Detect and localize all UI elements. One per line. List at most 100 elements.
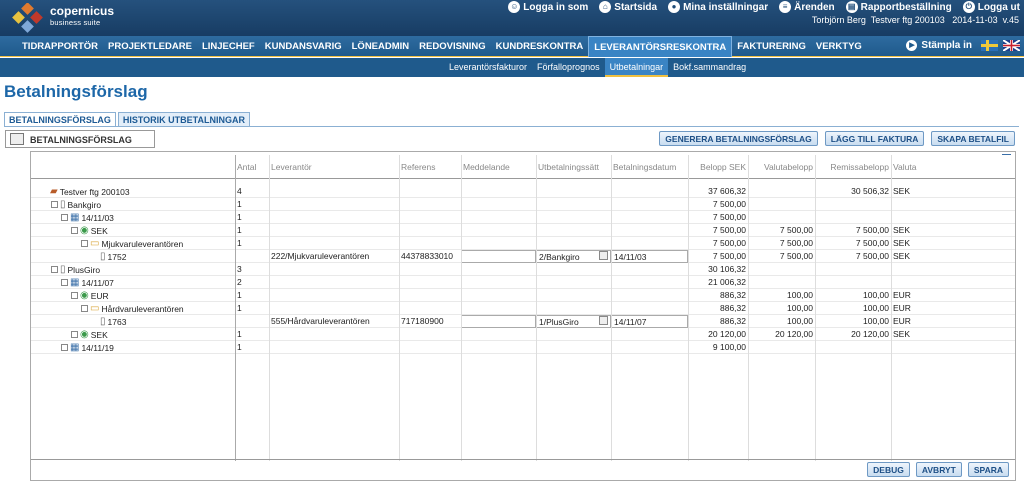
collapse-node-icon[interactable]: [81, 240, 88, 247]
invoice-row[interactable]: ▯ 1752 222/Mjukvaruleverantören 44378833010…: [31, 250, 1015, 263]
collapse-node-icon[interactable]: [51, 201, 58, 208]
nav-kundreskontra[interactable]: KUNDRESKONTRA: [491, 36, 589, 57]
cell-utb: [536, 263, 611, 276]
tree-label: SEK: [90, 225, 108, 236]
tree-node[interactable]: ◉ SEK: [71, 224, 108, 237]
group-row[interactable]: ◉ SEK 1 20 120,00 20 120,00 20 120,00 SEK: [31, 328, 1015, 341]
nav-redovisning[interactable]: REDOVISNING: [414, 36, 491, 57]
col-betalningsdatum[interactable]: Betalningsdatum: [611, 155, 688, 179]
col-antal[interactable]: Antal: [235, 155, 269, 179]
cell-ref: [399, 263, 461, 276]
generate-proposal-button[interactable]: GENERERA BETALNINGSFÖRSLAG: [659, 131, 818, 146]
nav-loneadmin[interactable]: LÖNEADMIN: [347, 36, 415, 57]
cell-valuta_belopp: 100,00: [787, 290, 813, 300]
uk-flag-icon[interactable]: [1003, 40, 1020, 51]
col-leverantor[interactable]: Leverantör: [269, 155, 399, 179]
tree-node[interactable]: ▦ 14/11/03: [61, 211, 114, 224]
save-button[interactable]: SPARA: [967, 462, 1009, 477]
report-order-link[interactable]: ▤ Rapportbeställning: [845, 1, 952, 13]
swedish-flag-icon[interactable]: [981, 40, 998, 51]
nav-tidrapportor[interactable]: TIDRAPPORTÖR: [17, 36, 103, 57]
group-row[interactable]: ▦ 14/11/03 1 7 500,00: [31, 211, 1015, 224]
logout-link[interactable]: ⏻ Logga ut: [962, 1, 1020, 13]
collapse-node-icon[interactable]: [61, 279, 68, 286]
group-row[interactable]: ▯ PlusGiro 3 30 106,32: [31, 263, 1015, 276]
collapse-node-icon[interactable]: [61, 214, 68, 221]
tree-node[interactable]: ▯ Bankgiro: [51, 198, 101, 211]
cell-ref: [399, 302, 461, 315]
cancel-button[interactable]: AVBRYT: [915, 462, 962, 477]
logout-label: Logga ut: [977, 1, 1020, 13]
invoice-row[interactable]: ▯ 1763 555/Hårdvaruleverantören 717180900 1/…: [31, 315, 1015, 328]
collapse-node-icon[interactable]: [81, 305, 88, 312]
tab-historik-utbetalningar[interactable]: HISTORIK UTBETALNINGAR: [117, 112, 251, 127]
expand-node-icon[interactable]: [71, 331, 78, 338]
group-row[interactable]: ◉ SEK 1 7 500,00 7 500,00 7 500,00 SEK: [31, 224, 1015, 237]
group-row[interactable]: ▭ Hårdvaruleverantören 1 886,32 100,00 100,00…: [31, 302, 1015, 315]
dropdown-arrow-icon[interactable]: [599, 251, 608, 260]
cell-valuta: EUR: [893, 303, 911, 313]
cell-belopp: 886,32: [720, 290, 746, 300]
debug-button[interactable]: DEBUG: [867, 462, 910, 477]
create-payment-file-button[interactable]: SKAPA BETALFIL: [931, 131, 1015, 146]
group-row[interactable]: ▭ Mjukvaruleverantören 1 7 500,00 7 500,00 7 …: [31, 237, 1015, 250]
group-row[interactable]: ▯ Bankgiro 1 7 500,00: [31, 198, 1015, 211]
tree-node[interactable]: ▦ 14/11/19: [61, 341, 114, 354]
tree-node[interactable]: ▦ 14/11/07: [61, 276, 114, 289]
tree-node[interactable]: ▯ 1763: [91, 315, 126, 328]
bottom-buttons: DEBUG AVBRYT SPARA: [867, 462, 1009, 477]
settings-link[interactable]: ● Mina inställningar: [668, 1, 768, 13]
group-row[interactable]: ▦ 14/11/07 2 21 006,32: [31, 276, 1015, 289]
cell-lev: [269, 289, 399, 302]
add-invoice-button[interactable]: LÄGG TILL FAKTURA: [824, 131, 925, 146]
stampla-in-button[interactable]: ▶ Stämpla in: [906, 40, 972, 51]
collapse-node-icon[interactable]: [51, 266, 58, 273]
cell-med[interactable]: [461, 250, 536, 263]
column-divider: [536, 155, 537, 461]
login-as-link[interactable]: ☺ Logga in som: [508, 1, 588, 13]
tab-betalningsforslag[interactable]: BETALNINGSFÖRSLAG: [4, 112, 116, 127]
nav-projektledare[interactable]: PROJEKTLEDARE: [103, 36, 197, 57]
group-row[interactable]: ◉ EUR 1 886,32 100,00 100,00 EUR: [31, 289, 1015, 302]
cell-datum[interactable]: 14/11/07: [611, 315, 688, 328]
inner-tab-betalningsforslag[interactable]: BETALNINGSFÖRSLAG: [5, 130, 155, 148]
col-utbetalningssatt[interactable]: Utbetalningssätt: [536, 155, 611, 179]
col-referens[interactable]: Referens: [399, 155, 461, 179]
cell-datum[interactable]: 14/11/03: [611, 250, 688, 263]
cell-lev: 222/Mjukvaruleverantören: [271, 251, 370, 261]
subnav-bokf-sammandrag[interactable]: Bokf.sammandrag: [668, 58, 751, 77]
nav-leverantorsreskontra[interactable]: LEVERANTÖRSRESKONTRA: [588, 35, 733, 57]
cell-belopp: 9 100,00: [712, 342, 746, 352]
tree-node[interactable]: ▯ PlusGiro: [51, 263, 100, 276]
col-meddelande[interactable]: Meddelande: [461, 155, 536, 179]
cell-remiss: 7 500,00: [855, 238, 889, 248]
collapse-node-icon[interactable]: [71, 292, 78, 299]
tree-node[interactable]: ▯ 1752: [91, 250, 126, 263]
subnav-utbetalningar[interactable]: Utbetalningar: [604, 58, 669, 77]
tree-node[interactable]: ◉ SEK: [71, 328, 108, 341]
group-row[interactable]: ▰ Testver ftg 200103 4 37 606,32 30 506,32 SE…: [31, 185, 1015, 198]
subnav-leverantorsfakturor[interactable]: Leverantörsfakturor: [444, 58, 532, 77]
col-remissabelopp[interactable]: Remissabelopp: [815, 155, 891, 179]
col-belopp-sek[interactable]: Belopp SEK: [688, 155, 748, 179]
tree-node[interactable]: ▰ Testver ftg 200103: [41, 185, 130, 198]
home-link[interactable]: ⌂ Startsida: [599, 1, 657, 13]
cell-antal: 1: [237, 290, 242, 300]
cell-med[interactable]: [461, 315, 536, 328]
nav-linjechef[interactable]: LINJECHEF: [197, 36, 260, 57]
nav-kundansvarig[interactable]: KUNDANSVARIG: [260, 36, 347, 57]
nav-fakturering[interactable]: FAKTURERING: [732, 36, 811, 57]
tree-node[interactable]: ▭ Mjukvaruleverantören: [81, 237, 183, 250]
group-row[interactable]: ▦ 14/11/19 1 9 100,00: [31, 341, 1015, 354]
tree-node[interactable]: ▭ Hårdvaruleverantören: [81, 302, 184, 315]
issues-link[interactable]: ≡ Ärenden: [779, 1, 835, 13]
tree-node[interactable]: ◉ EUR: [71, 289, 109, 302]
col-valuta[interactable]: Valuta: [891, 155, 931, 179]
expand-node-icon[interactable]: [61, 344, 68, 351]
dropdown-arrow-icon[interactable]: [599, 316, 608, 325]
subnav-forfalloprognos[interactable]: Förfalloprognos: [532, 58, 605, 77]
col-valutabelopp[interactable]: Valutabelopp: [748, 155, 815, 179]
cell-belopp: 7 500,00: [712, 251, 746, 261]
nav-verktyg[interactable]: VERKTYG: [811, 36, 867, 57]
collapse-node-icon[interactable]: [71, 227, 78, 234]
